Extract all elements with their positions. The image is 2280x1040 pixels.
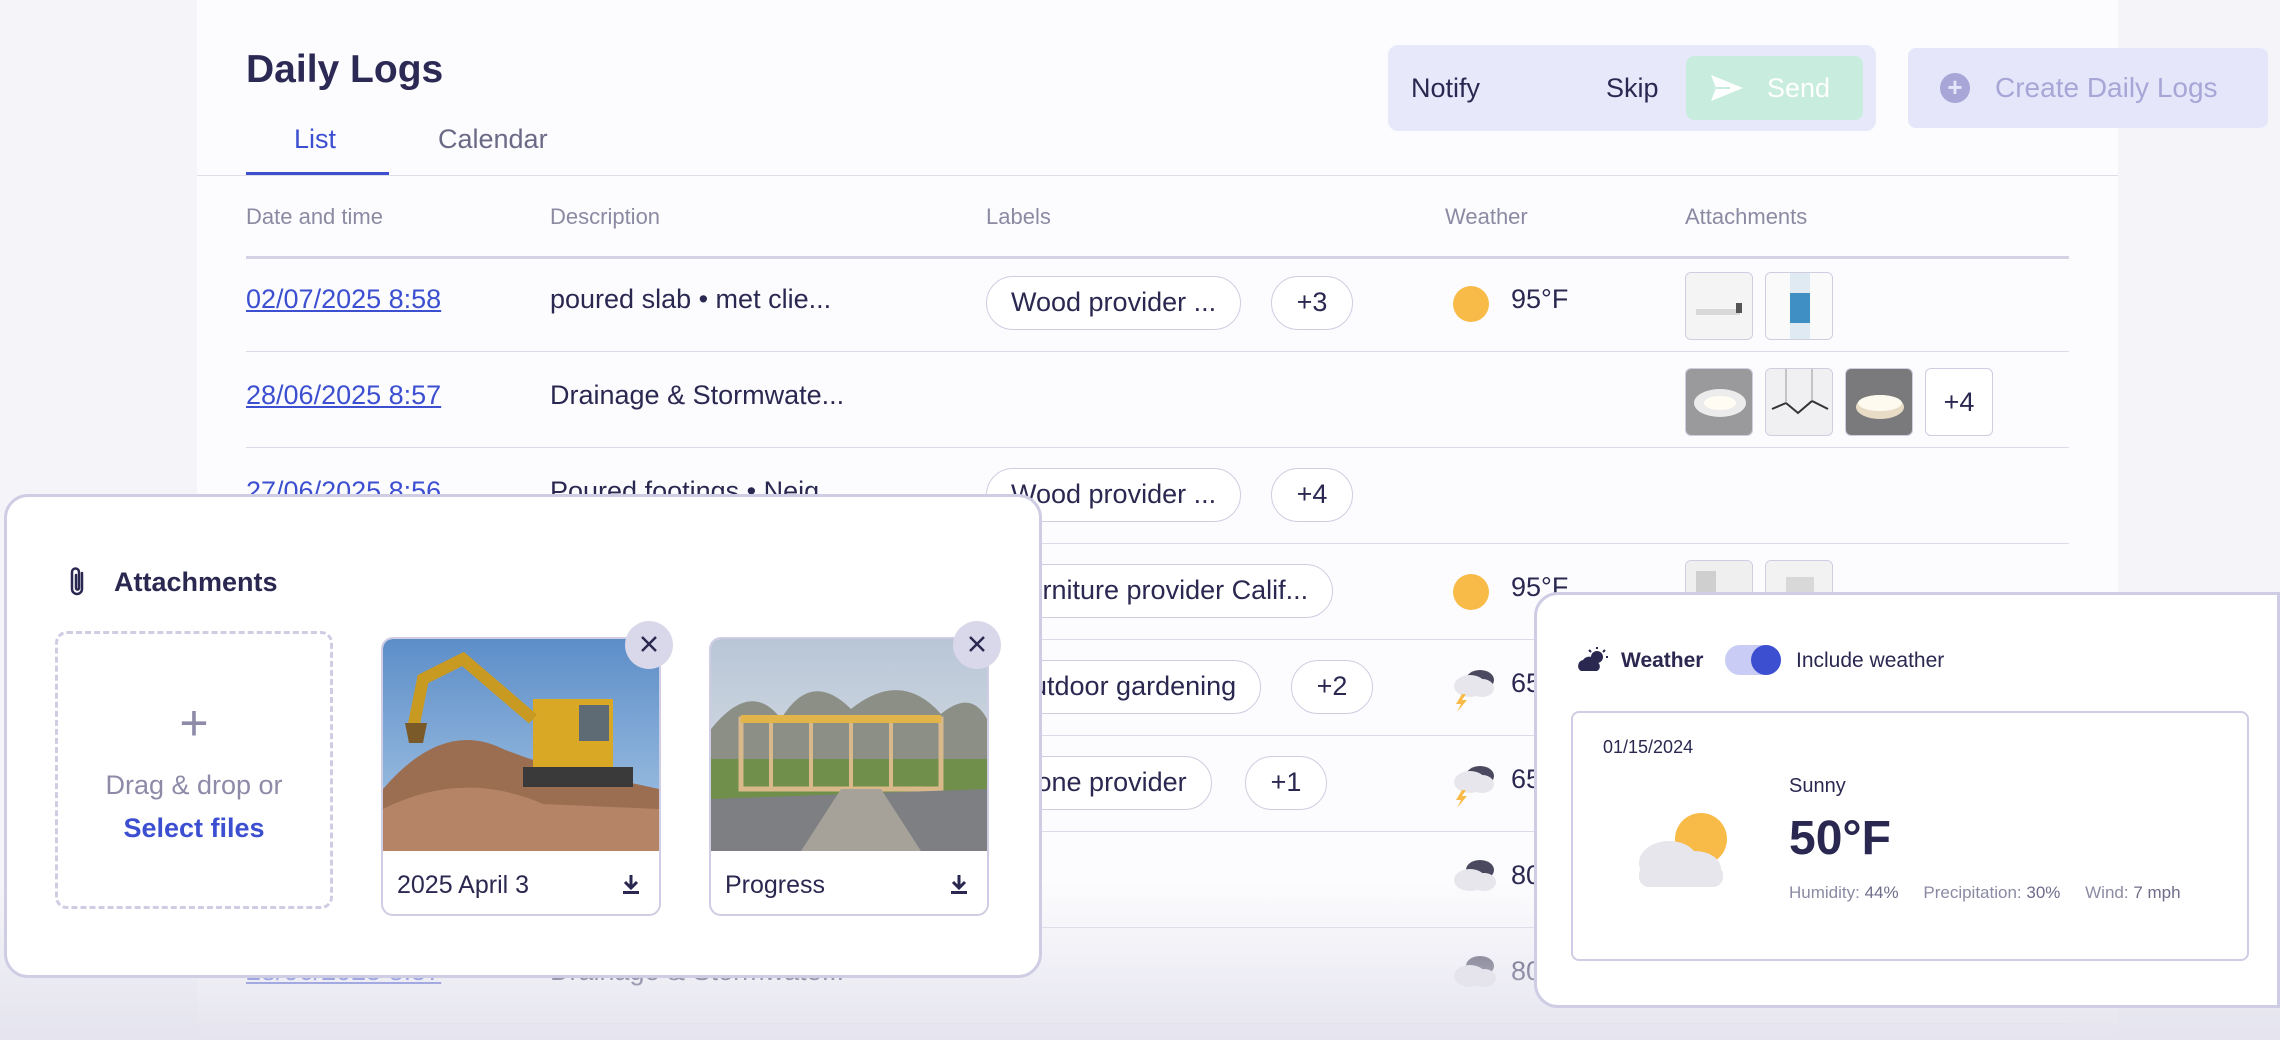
column-header-description: Description [550, 204, 661, 229]
precipitation-value: 30% [2026, 883, 2061, 902]
attachments-panel: Attachments + Drag & drop or Select file… [4, 494, 1042, 978]
download-icon[interactable] [949, 873, 969, 895]
remove-file-button[interactable] [953, 621, 1001, 669]
select-files-link[interactable]: Select files [58, 813, 330, 844]
attachment-thumbnail[interactable] [1765, 368, 1833, 436]
sun-icon [1453, 574, 1489, 610]
notify-panel: Notify Skip Send [1388, 45, 1876, 131]
weather-panel: Weather Include weather 01/15/2024 Sunny… [1534, 592, 2280, 1008]
close-icon [969, 636, 985, 652]
plus-circle-icon: + [1940, 73, 1970, 103]
paperclip-icon [70, 567, 84, 596]
label-chip[interactable]: Wood provider ... [986, 276, 1242, 330]
cloudy-icon [1454, 860, 1496, 891]
attachment-thumbnail[interactable] [1765, 272, 1833, 340]
humidity-value: 44% [1864, 883, 1899, 902]
date-link[interactable]: 28/06/2025 8:57 [246, 380, 441, 411]
file-dropzone[interactable]: + Drag & drop or Select files [55, 631, 333, 909]
close-icon [641, 636, 657, 652]
description: poured slab • met clie... [550, 284, 832, 314]
description: Drainage & Stormwate... [550, 380, 845, 410]
table-row[interactable]: 02/07/2025 8:58 poured slab • met clie..… [246, 256, 2069, 352]
date-link[interactable]: 02/07/2025 8:58 [246, 284, 441, 315]
label-more-chip[interactable]: +2 [1291, 660, 1373, 714]
sun-icon [1453, 286, 1489, 322]
construction-frame-photo [711, 639, 987, 851]
thunderstorm-icon [1454, 766, 1494, 808]
toggle-knob [1751, 645, 1781, 675]
create-daily-logs-button[interactable]: + Create Daily Logs [1908, 48, 2268, 128]
plus-icon: + [179, 695, 209, 751]
file-name: Progress [725, 871, 826, 899]
column-header-attachments: Attachments [1685, 204, 1808, 229]
table-row[interactable]: 28/06/2025 8:57 Drainage & Stormwate... … [246, 352, 2069, 448]
tab-list[interactable]: List [294, 124, 336, 155]
temperature: 95°F [1511, 284, 1569, 314]
label-more-chip[interactable]: +3 [1271, 276, 1353, 330]
send-label: Send [1767, 73, 1831, 103]
weather-date: 01/15/2024 [1603, 737, 1694, 757]
file-card[interactable]: 2025 April 3 [381, 637, 661, 916]
create-label: Create Daily Logs [1995, 72, 2218, 103]
drop-text: Drag & drop or [105, 770, 283, 800]
label-more-chip[interactable]: +4 [1271, 468, 1353, 522]
skip-button[interactable]: Skip [1606, 73, 1659, 104]
column-header-labels: Labels [986, 204, 1051, 229]
tab-calendar[interactable]: Calendar [438, 124, 548, 155]
column-header-weather: Weather [1445, 204, 1528, 229]
file-card[interactable]: Progress [709, 637, 989, 916]
weather-title: Weather [1621, 649, 1704, 672]
attachments-more[interactable]: +4 [1925, 368, 1993, 436]
excavator-photo [383, 639, 659, 851]
divider [197, 175, 2118, 176]
attachments-title: Attachments [114, 567, 278, 597]
weather-card: 01/15/2024 Sunny 50°F Humidity: 44% Prec… [1571, 711, 2249, 961]
attachment-thumbnail[interactable] [1685, 368, 1753, 436]
label-more-chip[interactable]: +1 [1245, 756, 1327, 810]
attachment-thumbnail[interactable] [1685, 272, 1753, 340]
partly-sunny-icon [1639, 813, 1727, 887]
file-name: 2025 April 3 [397, 871, 530, 899]
include-weather-label: Include weather [1796, 649, 1945, 672]
attachment-thumbnail[interactable] [1845, 368, 1913, 436]
partly-cloudy-icon [1578, 647, 1608, 671]
column-header-date: Date and time [246, 204, 383, 229]
cloudy-icon [1454, 956, 1496, 987]
wind-value: 7 mph [2133, 883, 2181, 902]
notify-label: Notify [1411, 73, 1481, 103]
download-icon[interactable] [621, 873, 641, 895]
include-weather-toggle[interactable] [1725, 645, 1781, 675]
page-title: Daily Logs [246, 48, 444, 91]
weather-condition: Sunny [1789, 775, 1846, 797]
remove-file-button[interactable] [625, 621, 673, 669]
send-button[interactable]: Send [1686, 56, 1863, 120]
wind-label: Wind: [2085, 883, 2129, 902]
humidity-label: Humidity: [1789, 883, 1860, 902]
send-icon [1711, 75, 1743, 101]
weather-temperature: 50°F [1789, 812, 1891, 865]
precipitation-label: Precipitation: [1923, 883, 2022, 902]
thunderstorm-icon [1454, 670, 1494, 712]
weather-stats: Humidity: 44% Precipitation: 30% Wind: 7… [1789, 883, 2201, 903]
